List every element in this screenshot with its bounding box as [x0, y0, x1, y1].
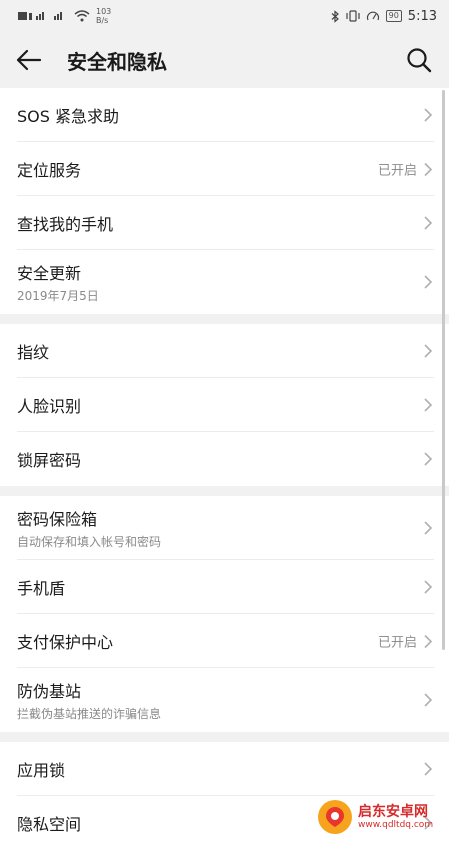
- row-phone-shield[interactable]: 手机盾: [0, 560, 449, 614]
- page-title: 安全和隐私: [67, 50, 167, 74]
- chevron-right-icon: [424, 162, 433, 176]
- status-left: 103 B/s: [18, 7, 111, 25]
- watermark-url: www.qdltdq.com: [358, 819, 434, 830]
- row-subtitle: 自动保存和填入帐号和密码: [17, 535, 162, 549]
- row-label: 防伪基站: [17, 682, 82, 701]
- row-lock-screen-password[interactable]: 锁屏密码: [0, 432, 449, 486]
- row-subtitle: 2019年7月5日: [17, 289, 99, 303]
- status-value: 已开启: [377, 635, 417, 651]
- network-rate-value: 103: [96, 7, 112, 16]
- battery-indicator: 90: [385, 10, 402, 22]
- section-gap: [0, 732, 449, 742]
- settings-list: SOS 紧急求助 定位服务 已开启 查找我的手机 安全更新 2019年7月5日 …: [0, 88, 449, 850]
- bluetooth-icon: [331, 9, 339, 23]
- chevron-right-icon: [424, 108, 433, 122]
- chevron-right-icon: [424, 275, 433, 289]
- back-arrow-icon[interactable]: [14, 46, 44, 74]
- network-rate-unit: B/s: [96, 16, 109, 25]
- row-app-lock[interactable]: 应用锁: [0, 742, 449, 796]
- hd-signal-icon: [18, 12, 62, 20]
- chevron-right-icon: [424, 693, 433, 707]
- settings-group-general: SOS 紧急求助 定位服务 已开启 查找我的手机 安全更新 2019年7月5日: [0, 88, 449, 314]
- chevron-right-icon: [424, 580, 433, 594]
- row-label: SOS 紧急求助: [17, 107, 119, 126]
- row-password-vault[interactable]: 密码保险箱 自动保存和填入帐号和密码: [0, 496, 449, 560]
- chevron-right-icon: [424, 521, 433, 535]
- row-label: 应用锁: [17, 761, 66, 780]
- row-subtitle: 拦截伪基站推送的诈骗信息: [17, 707, 162, 721]
- row-payment-protection[interactable]: 支付保护中心 已开启: [0, 614, 449, 668]
- row-label: 人脸识别: [17, 397, 82, 416]
- row-label: 锁屏密码: [17, 451, 82, 470]
- speedometer-icon: [366, 11, 379, 21]
- watermark-title: 启东安卓网: [358, 803, 428, 820]
- row-security-update[interactable]: 安全更新 2019年7月5日: [0, 250, 449, 314]
- network-speed: 103 B/s: [96, 7, 111, 25]
- row-fingerprint[interactable]: 指纹: [0, 324, 449, 378]
- chevron-right-icon: [424, 344, 433, 358]
- chevron-right-icon: [424, 634, 433, 648]
- watermark-logo-icon: [318, 800, 352, 834]
- status-bar: 103 B/s 90 5:13: [0, 0, 449, 32]
- row-face-recognition[interactable]: 人脸识别: [0, 378, 449, 432]
- chevron-right-icon: [424, 398, 433, 412]
- vibrate-icon: [346, 10, 360, 22]
- row-label: 密码保险箱: [17, 510, 98, 529]
- status-value: 已开启: [377, 163, 417, 179]
- section-gap: [0, 314, 449, 324]
- row-location-service[interactable]: 定位服务 已开启: [0, 142, 449, 196]
- row-label: 安全更新: [17, 264, 82, 283]
- row-find-my-phone[interactable]: 查找我的手机: [0, 196, 449, 250]
- scrollbar[interactable]: [442, 90, 445, 650]
- app-bar: 安全和隐私: [0, 32, 449, 88]
- row-fake-base-station[interactable]: 防伪基站 拦截伪基站推送的诈骗信息: [0, 668, 449, 732]
- row-label: 指纹: [17, 343, 50, 362]
- row-sos[interactable]: SOS 紧急求助: [0, 88, 449, 142]
- chevron-right-icon: [424, 452, 433, 466]
- chevron-right-icon: [424, 762, 433, 776]
- section-gap: [0, 486, 449, 496]
- wifi-icon: [74, 10, 90, 22]
- watermark-text: 启东安卓网 www.qdltdq.com: [358, 804, 433, 831]
- settings-group-protection: 密码保险箱 自动保存和填入帐号和密码 手机盾 支付保护中心 已开启 防伪基站 拦…: [0, 496, 449, 732]
- row-label: 手机盾: [17, 579, 66, 598]
- row-label: 查找我的手机: [17, 215, 114, 234]
- watermark: 启东安卓网 www.qdltdq.com: [318, 800, 433, 834]
- clock: 5:13: [407, 8, 437, 24]
- search-icon[interactable]: [405, 46, 433, 74]
- status-right: 90 5:13: [331, 9, 437, 24]
- chevron-right-icon: [424, 216, 433, 230]
- settings-group-biometrics: 指纹 人脸识别 锁屏密码: [0, 324, 449, 486]
